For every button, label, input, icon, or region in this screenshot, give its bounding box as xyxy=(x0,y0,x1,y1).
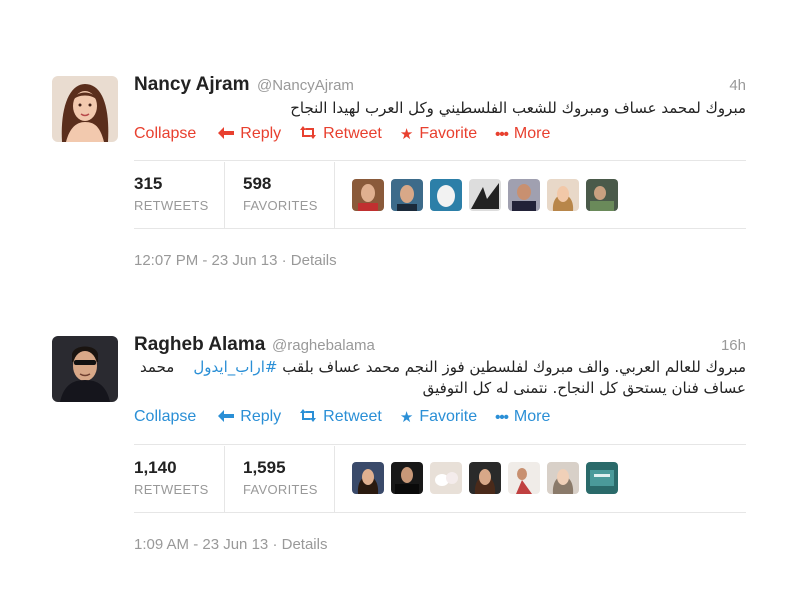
user-name[interactable]: Nancy Ajram xyxy=(134,74,249,96)
avatar[interactable] xyxy=(547,462,579,494)
retweet-label: Retweet xyxy=(323,408,382,425)
retweet-label: Retweet xyxy=(323,125,382,142)
divider xyxy=(224,162,225,228)
tweet-text-line: مبروك لمحمد عساف ومبروك للشعب الفلسطيني … xyxy=(290,99,746,117)
retweet-button[interactable]: Retweet xyxy=(299,125,382,143)
user-handle[interactable]: @raghebalama xyxy=(272,337,375,354)
favorite-label: Favorite xyxy=(419,408,478,425)
timestamp-text: 12:07 PM - 23 Jun 13 xyxy=(134,252,278,269)
tweet-actions: Collapse Reply Retweet ★ Favorite ••• Mo… xyxy=(134,125,568,143)
retweets-stat[interactable]: 1,140 RETWEETS xyxy=(134,458,209,497)
avatar[interactable] xyxy=(508,462,540,494)
more-label: More xyxy=(513,408,551,425)
reply-label: Reply xyxy=(240,408,282,425)
avatar[interactable] xyxy=(508,179,540,211)
divider xyxy=(134,160,746,161)
avatar[interactable] xyxy=(52,336,118,402)
avatar[interactable] xyxy=(430,462,462,494)
favorites-count: 598 xyxy=(243,174,272,193)
avatar[interactable] xyxy=(586,462,618,494)
hashtag-link[interactable]: #اراب_ايدول xyxy=(193,358,277,376)
reply-button[interactable]: Reply xyxy=(218,125,281,143)
favorite-button[interactable]: ★ Favorite xyxy=(400,125,477,143)
avatar[interactable] xyxy=(352,179,384,211)
divider xyxy=(334,162,335,228)
more-button[interactable]: ••• More xyxy=(495,408,550,426)
collapse-label: Collapse xyxy=(134,408,197,425)
avatar[interactable] xyxy=(391,179,423,211)
avatar[interactable] xyxy=(430,179,462,211)
retweet-icon xyxy=(299,125,317,143)
favorites-label: FAVORITES xyxy=(243,482,318,497)
retweet-icon xyxy=(299,408,317,426)
divider xyxy=(134,512,746,513)
avatar[interactable] xyxy=(586,179,618,211)
tweet-time[interactable]: 4h xyxy=(729,77,746,94)
favorites-stat[interactable]: 598 FAVORITES xyxy=(243,174,318,213)
collapse-link[interactable]: Collapse xyxy=(134,408,196,426)
favoriters-avatars xyxy=(352,462,625,494)
tweet-text: مبروك للعالم العربي. والف مبروك لفلسطين … xyxy=(126,357,746,399)
avatar[interactable] xyxy=(469,462,501,494)
user-handle[interactable]: @NancyAjram xyxy=(257,77,354,94)
favorite-label: Favorite xyxy=(419,125,478,142)
favorites-label: FAVORITES xyxy=(243,198,318,213)
avatar[interactable] xyxy=(352,462,384,494)
timestamp-text: 1:09 AM - 23 Jun 13 xyxy=(134,536,269,553)
retweets-count: 1,140 xyxy=(134,458,177,477)
user-name[interactable]: Ragheb Alama xyxy=(134,334,265,356)
avatar[interactable] xyxy=(469,179,501,211)
tweet-timestamp: 12:07 PM - 23 Jun 13 · Details xyxy=(134,252,337,269)
retweet-button[interactable]: Retweet xyxy=(299,408,382,426)
ellipsis-icon: ••• xyxy=(495,125,509,143)
favoriters-avatars xyxy=(352,179,625,211)
favorites-count: 1,595 xyxy=(243,458,286,477)
divider xyxy=(134,444,746,445)
avatar[interactable] xyxy=(547,179,579,211)
collapse-label: Collapse xyxy=(134,125,197,142)
star-icon: ★ xyxy=(399,126,414,143)
retweets-label: RETWEETS xyxy=(134,482,209,497)
ellipsis-icon: ••• xyxy=(495,408,509,426)
collapse-link[interactable]: Collapse xyxy=(134,125,196,143)
avatar[interactable] xyxy=(391,462,423,494)
retweets-stat[interactable]: 315 RETWEETS xyxy=(134,174,209,213)
more-button[interactable]: ••• More xyxy=(495,125,550,143)
favorite-button[interactable]: ★ Favorite xyxy=(400,408,477,426)
tweet-text-line: عساف فنان يستحق كل النجاح. نتمنى له كل ا… xyxy=(422,379,746,397)
tweet-text-line: مبروك للعالم العربي. والف مبروك لفلسطين … xyxy=(282,358,746,376)
reply-arrow-icon xyxy=(218,409,235,426)
more-label: More xyxy=(513,125,551,142)
reply-arrow-icon xyxy=(218,126,235,143)
star-icon: ★ xyxy=(399,409,414,426)
tweet-timestamp: 1:09 AM - 23 Jun 13 · Details xyxy=(134,536,328,553)
reply-label: Reply xyxy=(240,125,282,142)
reply-button[interactable]: Reply xyxy=(218,408,281,426)
details-link[interactable]: Details xyxy=(282,536,328,553)
retweets-count: 315 xyxy=(134,174,163,193)
favorites-stat[interactable]: 1,595 FAVORITES xyxy=(243,458,318,497)
details-link[interactable]: Details xyxy=(291,252,337,269)
tweet-text-line: محمد xyxy=(140,358,175,376)
tweet-actions: Collapse Reply Retweet ★ Favorite ••• Mo… xyxy=(134,408,568,426)
retweets-label: RETWEETS xyxy=(134,198,209,213)
tweet-time[interactable]: 16h xyxy=(721,337,746,354)
divider xyxy=(334,446,335,512)
avatar[interactable] xyxy=(52,76,118,142)
tweet-text: مبروك لمحمد عساف ومبروك للشعب الفلسطيني … xyxy=(146,98,746,119)
divider xyxy=(224,446,225,512)
divider xyxy=(134,228,746,229)
